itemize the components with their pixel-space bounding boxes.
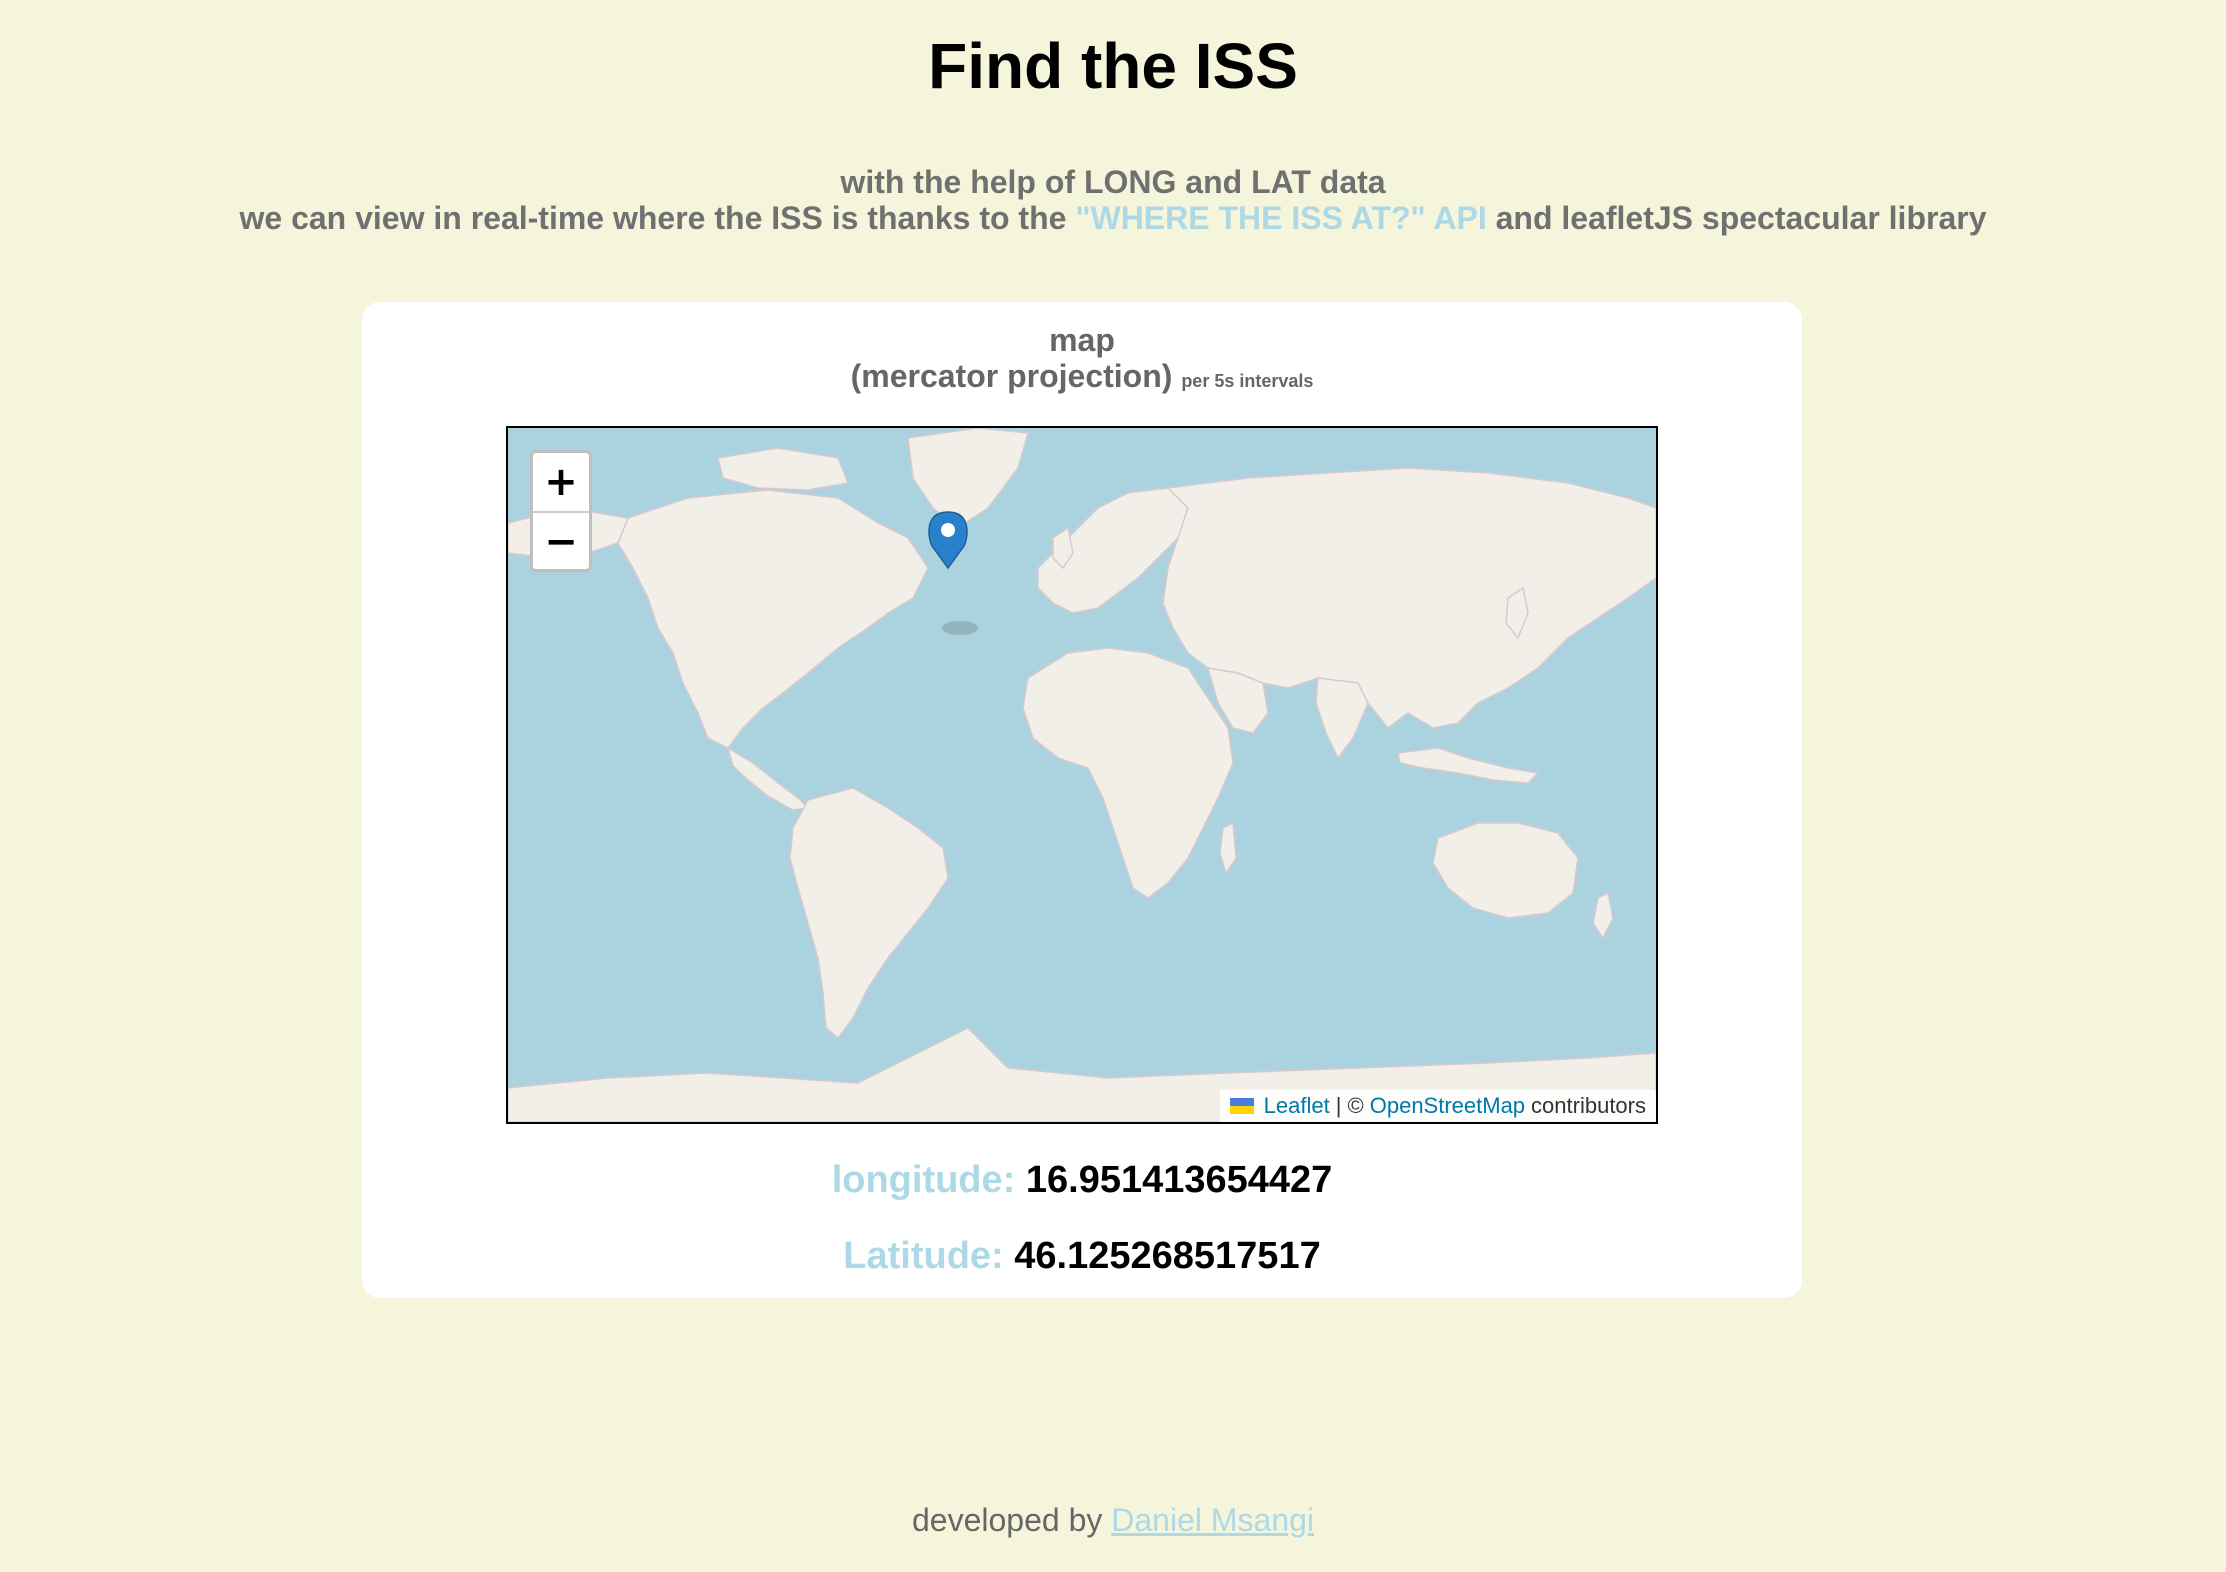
subtitle-line-2-start: we can view in real-time where the ISS i… [239, 200, 1076, 236]
marker-dot [941, 523, 955, 537]
map-attribution: Leaflet | © OpenStreetMap contributors [1219, 1090, 1656, 1122]
map-heading-projection: (mercator projection) per 5s intervals [362, 358, 1802, 399]
longitude-label: longitude: [831, 1159, 1016, 1201]
api-link[interactable]: "WHERE THE ISS AT?" API [1075, 200, 1486, 236]
attribution-contributors: contributors [1531, 1093, 1646, 1118]
latitude-label: Latitude: [843, 1235, 1004, 1277]
subtitle: with the help of LONG and LAT data we ca… [0, 164, 2226, 236]
zoom-control: + − [530, 450, 592, 572]
subtitle-line-2-end: and leafletJS spectacular library [1486, 200, 1987, 236]
interval-note: per 5s intervals [1181, 371, 1314, 391]
latitude-value: 46.125268517517 [1014, 1235, 1321, 1277]
subtitle-line-1: with the help of LONG and LAT data [840, 164, 1386, 200]
footer-prefix: developed by [911, 1502, 1103, 1538]
leaflet-link[interactable]: Leaflet [1264, 1090, 1330, 1122]
map-heading-title: map [1049, 322, 1115, 358]
map-card: map (mercator projection) per 5s interva… [362, 302, 1802, 1298]
ukraine-flag-icon [1229, 1098, 1254, 1114]
marker-shadow [942, 621, 978, 635]
world-map[interactable] [508, 428, 1656, 1122]
map-container[interactable]: + − Leaflet | © OpenStreetMap contributo… [506, 426, 1658, 1124]
longitude-row: longitude: 16.951413654427 [362, 1158, 1802, 1202]
zoom-out-button[interactable]: − [533, 513, 589, 569]
author-link[interactable]: Daniel Msangi [1111, 1502, 1314, 1538]
subtitle-line-2: we can view in real-time where the ISS i… [0, 200, 2226, 236]
longitude-value: 16.951413654427 [1025, 1159, 1333, 1201]
openstreetmap-link[interactable]: OpenStreetMap [1370, 1090, 1525, 1122]
page-title: Find the ISS [928, 30, 1298, 102]
latitude-row: Latitude: 46.125268517517 [362, 1234, 1802, 1278]
zoom-in-button[interactable]: + [533, 453, 589, 513]
map-heading: map (mercator projection) per 5s interva… [362, 322, 1802, 399]
footer: developed by Daniel Msangi [0, 1500, 2226, 1540]
projection-label: (mercator projection) [850, 358, 1173, 394]
attribution-separator: | © [1335, 1093, 1364, 1118]
